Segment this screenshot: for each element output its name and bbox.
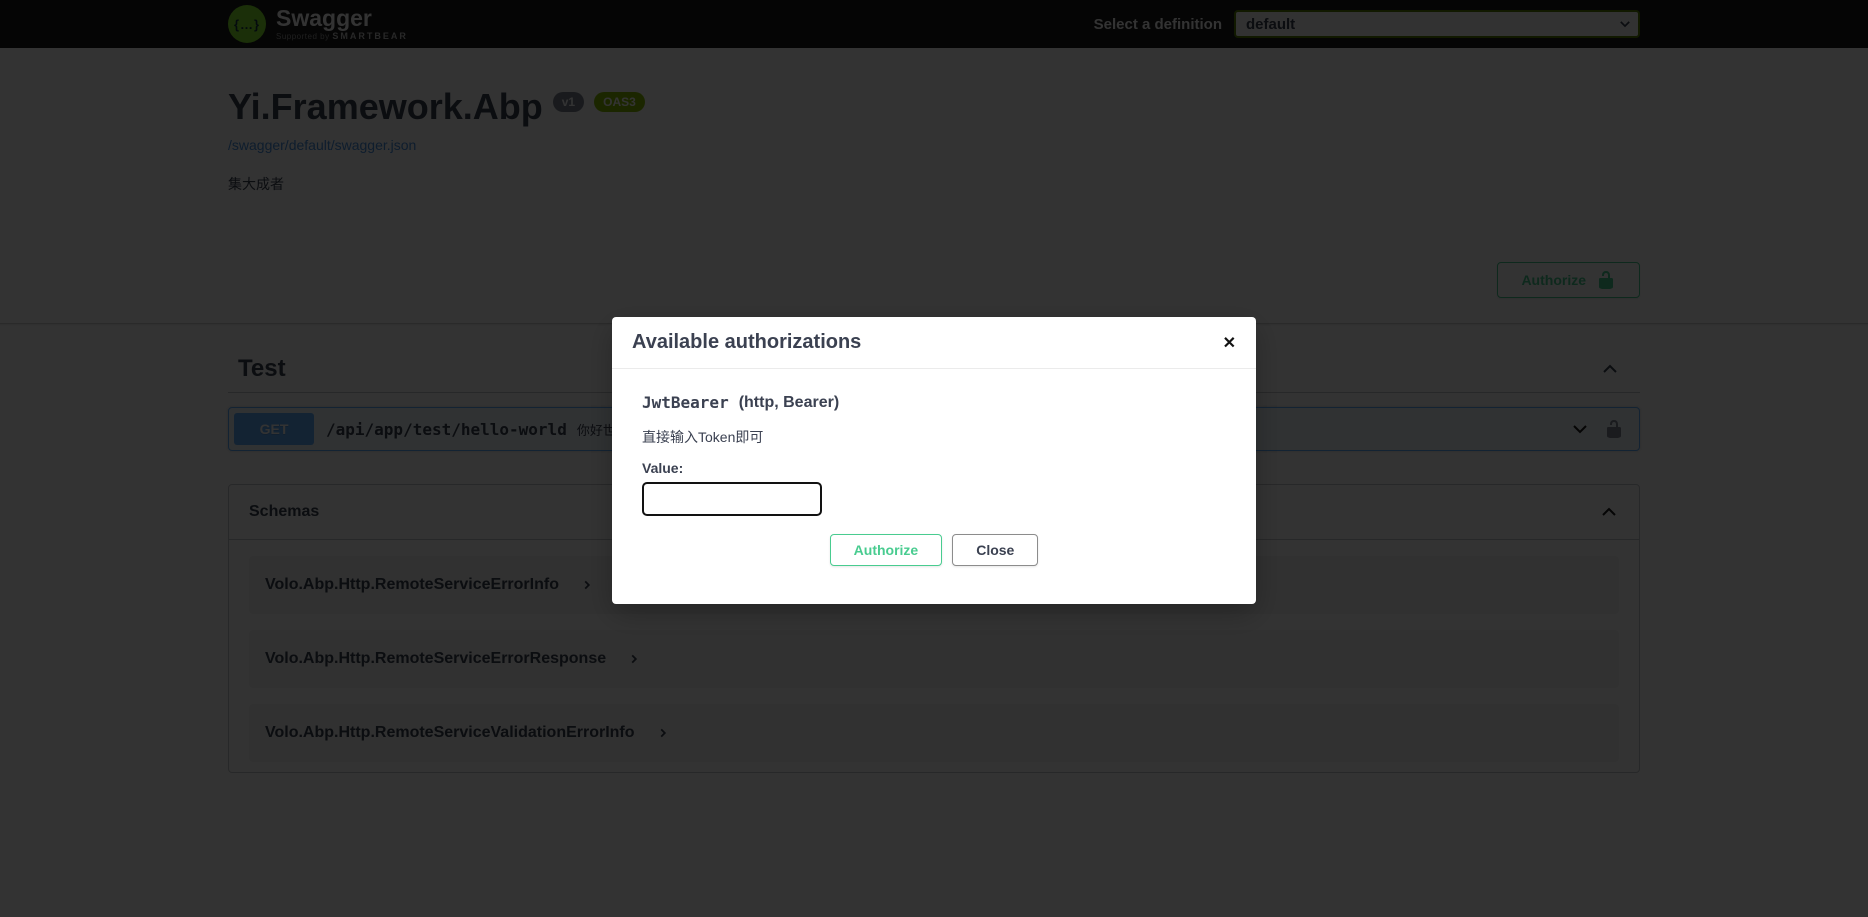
value-label: Value: bbox=[642, 460, 1226, 476]
modal-header: Available authorizations ✕ bbox=[612, 317, 1256, 369]
token-value-input[interactable] bbox=[642, 482, 822, 516]
auth-scheme-meta: (http, Bearer) bbox=[739, 394, 839, 412]
modal-close-button[interactable]: Close bbox=[952, 534, 1038, 566]
modal-authorize-button[interactable]: Authorize bbox=[830, 534, 943, 566]
auth-scheme-description: 直接输入Token即可 bbox=[642, 427, 1226, 447]
auth-scheme-name: JwtBearer bbox=[642, 393, 729, 412]
authorizations-modal: Available authorizations ✕ JwtBearer (ht… bbox=[612, 317, 1256, 604]
close-icon[interactable]: ✕ bbox=[1223, 333, 1236, 353]
modal-buttons: Authorize Close bbox=[642, 534, 1226, 566]
modal-body: JwtBearer (http, Bearer) 直接输入Token即可 Val… bbox=[612, 369, 1256, 604]
auth-scheme-heading: JwtBearer (http, Bearer) bbox=[642, 393, 1226, 412]
modal-title: Available authorizations bbox=[632, 331, 861, 354]
